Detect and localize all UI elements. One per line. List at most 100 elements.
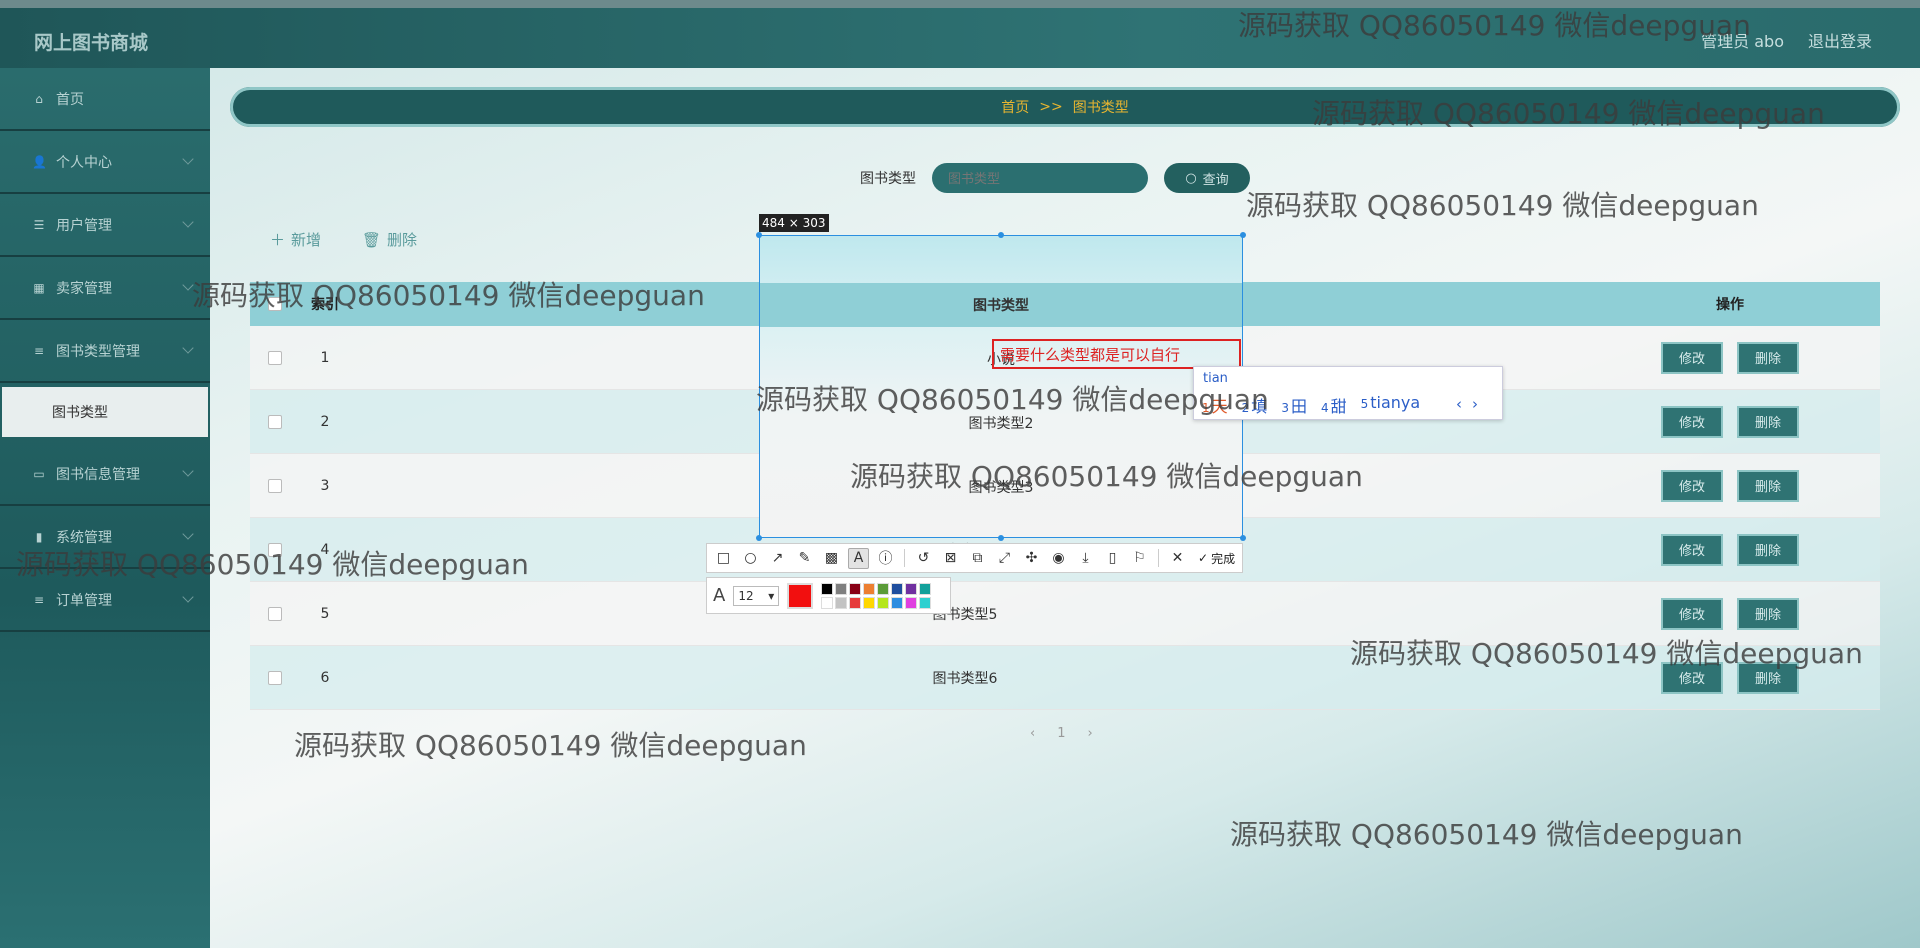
resize-handle[interactable] (1240, 535, 1246, 541)
ime-next-icon[interactable]: › (1472, 395, 1478, 413)
sidebar-item[interactable]: ⌂ 首页 (0, 68, 210, 131)
current-color-swatch[interactable] (787, 582, 814, 609)
color-swatch[interactable] (891, 596, 904, 609)
edit-button[interactable]: 修改 (1663, 599, 1721, 628)
translate-icon[interactable]: ⧉ (967, 548, 988, 569)
search-button[interactable]: ○ 查询 (1164, 163, 1250, 193)
color-swatch[interactable] (849, 596, 862, 609)
table-row: 5 图书类型5 修改 删除 (250, 582, 1880, 646)
row-checkbox[interactable] (250, 478, 300, 493)
edit-button[interactable]: 修改 (1663, 663, 1721, 692)
resize-handle[interactable] (1240, 232, 1246, 238)
watermark-text: 源码获取 QQ86050149 微信deepguan (1230, 818, 1743, 851)
delete-button[interactable]: 删除 (1739, 599, 1797, 628)
close-icon[interactable]: ✕ (1167, 548, 1188, 569)
delete-button[interactable]: 删除 (1739, 535, 1797, 564)
color-swatch[interactable] (863, 596, 876, 609)
row-checkbox[interactable] (250, 414, 300, 429)
next-page[interactable]: › (1087, 726, 1092, 741)
delete-button[interactable]: 删除 (1739, 471, 1797, 500)
color-swatch[interactable] (919, 596, 932, 609)
rectangle-icon[interactable]: □ (713, 548, 734, 569)
add-button[interactable]: ＋ 新增 (270, 229, 321, 250)
row-checkbox[interactable] (250, 350, 300, 365)
sidebar-item[interactable]: ☰ 用户管理 (0, 194, 210, 257)
color-swatch[interactable] (863, 582, 876, 595)
download-icon[interactable]: ⤓ (1075, 548, 1096, 569)
sidebar-subitem-book-type[interactable]: 图书类型 (2, 387, 208, 437)
logout-link[interactable]: 退出登录 (1808, 28, 1872, 52)
mosaic-icon[interactable]: ▩ (821, 548, 842, 569)
long-capture-icon[interactable]: ⤢ (994, 548, 1015, 569)
color-swatch[interactable] (821, 582, 834, 595)
resize-handle[interactable] (756, 535, 762, 541)
capture-toolbar: □ ○ ↗ ✎ ▩ A ⓘ ↺ ⊠ ⧉ ⤢ ✣ ◉ ⤓ ▯ ⚐ ✕ ✓ 完成 (706, 543, 1243, 573)
font-size-select[interactable]: 12 ▾ (733, 585, 780, 606)
ime-candidate[interactable]: 2填 (1242, 393, 1268, 417)
delete-button[interactable]: 删除 (1739, 343, 1797, 372)
edit-button[interactable]: 修改 (1663, 343, 1721, 372)
sidebar-item[interactable]: ≡ 订单管理 (0, 569, 210, 632)
text-icon[interactable]: A (848, 547, 869, 569)
color-swatch[interactable] (877, 596, 890, 609)
edit-button[interactable]: 修改 (1663, 535, 1721, 564)
page-number[interactable]: 1 (1057, 726, 1065, 741)
resize-handle[interactable] (998, 232, 1004, 238)
ime-candidate[interactable]: 1天 (1202, 393, 1228, 417)
color-swatch[interactable] (835, 596, 848, 609)
delete-button[interactable]: 删除 (1739, 663, 1797, 692)
breadcrumb: 首页 >> 图书类型 (230, 87, 1900, 127)
ocr-icon[interactable]: ⊠ (940, 548, 961, 569)
text-annotation[interactable]: 需要什么类型都是可以自行 (992, 339, 1241, 369)
color-swatch[interactable] (905, 582, 918, 595)
sidebar-item[interactable]: ▦ 卖家管理 (0, 257, 210, 320)
color-swatch[interactable] (821, 596, 834, 609)
prev-page[interactable]: ‹ (1030, 726, 1035, 741)
search-input[interactable] (932, 163, 1148, 193)
pen-icon[interactable]: ✎ (794, 548, 815, 569)
delete-button[interactable]: 删除 (1739, 407, 1797, 436)
color-swatch[interactable] (877, 582, 890, 595)
sidebar-item[interactable]: ▭ 图书信息管理 (0, 443, 210, 506)
color-swatch[interactable] (849, 582, 862, 595)
edit-button[interactable]: 修改 (1663, 407, 1721, 436)
row-checkbox[interactable] (250, 606, 300, 621)
ellipse-icon[interactable]: ○ (740, 548, 761, 569)
row-checkbox[interactable] (250, 542, 300, 557)
resize-handle[interactable] (998, 535, 1004, 541)
color-swatch[interactable] (919, 582, 932, 595)
bookmark-icon[interactable]: ⚐ (1129, 548, 1150, 569)
chevron-down-icon (182, 465, 194, 477)
record-icon[interactable]: ◉ (1048, 548, 1069, 569)
color-swatch[interactable] (891, 582, 904, 595)
ime-candidate[interactable]: 3田 (1281, 393, 1307, 417)
done-button[interactable]: ✓ 完成 (1198, 550, 1235, 567)
breadcrumb-home[interactable]: 首页 (1001, 97, 1029, 117)
batch-delete-button[interactable]: 🗑 删除 (362, 229, 417, 250)
resize-handle[interactable] (756, 232, 762, 238)
color-swatch[interactable] (905, 596, 918, 609)
pin-icon[interactable]: ✣ (1021, 548, 1042, 569)
chart-icon: ▮ (35, 529, 43, 544)
chevron-down-icon (182, 216, 194, 228)
row-checkbox[interactable] (250, 670, 300, 685)
row-index: 3 (320, 477, 330, 494)
arrow-icon[interactable]: ↗ (767, 548, 788, 569)
row-type: 图书类型6 (932, 670, 998, 687)
number-icon[interactable]: ⓘ (875, 548, 896, 569)
sidebar-item[interactable]: 👤 个人中心 (0, 131, 210, 194)
capture-size-label: 484 × 303 (759, 214, 829, 232)
select-all-checkbox[interactable] (250, 297, 300, 311)
edit-button[interactable]: 修改 (1663, 471, 1721, 500)
sidebar-item[interactable]: ≡ 图书类型管理 (0, 320, 210, 383)
capture-region[interactable]: 图书类型 小说 图书类型2 图书类型3 (759, 235, 1243, 538)
phone-icon[interactable]: ▯ (1102, 548, 1123, 569)
sidebar-item[interactable]: ▮ 系统管理 (0, 506, 210, 569)
ime-candidate[interactable]: 5 tianya (1361, 393, 1421, 417)
breadcrumb-current: 图书类型 (1072, 100, 1129, 116)
undo-icon[interactable]: ↺ (913, 548, 934, 569)
row-type: 图书类型5 (932, 606, 998, 623)
color-swatch[interactable] (835, 582, 848, 595)
ime-prev-icon[interactable]: ‹ (1456, 395, 1462, 413)
ime-candidate[interactable]: 4甜 (1321, 393, 1347, 417)
